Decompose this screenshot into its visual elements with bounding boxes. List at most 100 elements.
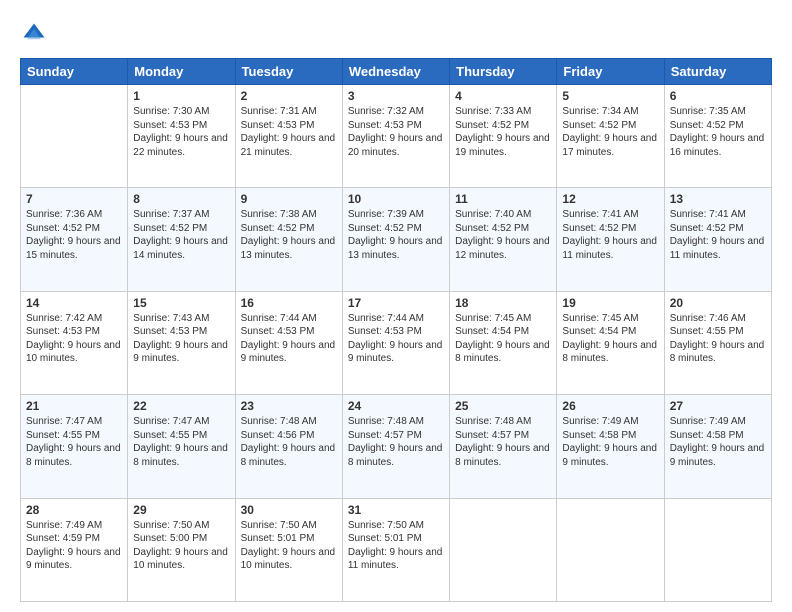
calendar-cell: 13 Sunrise: 7:41 AM Sunset: 4:52 PM Dayl…: [664, 188, 771, 291]
sunrise-text: Sunrise: 7:33 AM: [455, 106, 531, 117]
cell-info: Sunrise: 7:35 AM Sunset: 4:52 PM Dayligh…: [670, 105, 766, 159]
sunset-text: Sunset: 4:52 PM: [670, 120, 744, 131]
cell-info: Sunrise: 7:41 AM Sunset: 4:52 PM Dayligh…: [670, 208, 766, 262]
sunrise-text: Sunrise: 7:38 AM: [241, 209, 317, 220]
sunrise-text: Sunrise: 7:47 AM: [26, 416, 102, 427]
cell-info: Sunrise: 7:30 AM Sunset: 4:53 PM Dayligh…: [133, 105, 229, 159]
sunrise-text: Sunrise: 7:36 AM: [26, 209, 102, 220]
daylight-text: Daylight: 9 hours and 8 minutes.: [348, 443, 443, 468]
day-header-saturday: Saturday: [664, 59, 771, 85]
cell-info: Sunrise: 7:32 AM Sunset: 4:53 PM Dayligh…: [348, 105, 444, 159]
day-number: 2: [241, 89, 337, 103]
cell-info: Sunrise: 7:49 AM Sunset: 4:58 PM Dayligh…: [670, 415, 766, 469]
sunrise-text: Sunrise: 7:44 AM: [348, 313, 424, 324]
sunset-text: Sunset: 4:52 PM: [241, 223, 315, 234]
sunset-text: Sunset: 4:58 PM: [562, 430, 636, 441]
calendar-cell: 20 Sunrise: 7:46 AM Sunset: 4:55 PM Dayl…: [664, 291, 771, 394]
daylight-text: Daylight: 9 hours and 17 minutes.: [562, 133, 657, 158]
cell-info: Sunrise: 7:47 AM Sunset: 4:55 PM Dayligh…: [26, 415, 122, 469]
cell-info: Sunrise: 7:50 AM Sunset: 5:01 PM Dayligh…: [348, 519, 444, 573]
sunrise-text: Sunrise: 7:32 AM: [348, 106, 424, 117]
sunset-text: Sunset: 4:52 PM: [455, 120, 529, 131]
day-number: 20: [670, 296, 766, 310]
calendar-cell: 12 Sunrise: 7:41 AM Sunset: 4:52 PM Dayl…: [557, 188, 664, 291]
sunset-text: Sunset: 4:53 PM: [133, 120, 207, 131]
sunrise-text: Sunrise: 7:49 AM: [670, 416, 746, 427]
sunset-text: Sunset: 5:01 PM: [241, 533, 315, 544]
calendar-cell: 10 Sunrise: 7:39 AM Sunset: 4:52 PM Dayl…: [342, 188, 449, 291]
daylight-text: Daylight: 9 hours and 12 minutes.: [455, 236, 550, 261]
daylight-text: Daylight: 9 hours and 14 minutes.: [133, 236, 228, 261]
sunrise-text: Sunrise: 7:48 AM: [455, 416, 531, 427]
calendar-table: SundayMondayTuesdayWednesdayThursdayFrid…: [20, 58, 772, 602]
sunrise-text: Sunrise: 7:48 AM: [348, 416, 424, 427]
sunrise-text: Sunrise: 7:35 AM: [670, 106, 746, 117]
calendar-cell: 31 Sunrise: 7:50 AM Sunset: 5:01 PM Dayl…: [342, 498, 449, 601]
day-number: 16: [241, 296, 337, 310]
sunset-text: Sunset: 4:55 PM: [133, 430, 207, 441]
sunrise-text: Sunrise: 7:41 AM: [562, 209, 638, 220]
day-number: 10: [348, 192, 444, 206]
day-number: 21: [26, 399, 122, 413]
sunrise-text: Sunrise: 7:49 AM: [26, 520, 102, 531]
daylight-text: Daylight: 9 hours and 9 minutes.: [562, 443, 657, 468]
calendar-cell: 4 Sunrise: 7:33 AM Sunset: 4:52 PM Dayli…: [450, 85, 557, 188]
daylight-text: Daylight: 9 hours and 15 minutes.: [26, 236, 121, 261]
daylight-text: Daylight: 9 hours and 10 minutes.: [133, 547, 228, 572]
calendar-cell: 9 Sunrise: 7:38 AM Sunset: 4:52 PM Dayli…: [235, 188, 342, 291]
cell-info: Sunrise: 7:42 AM Sunset: 4:53 PM Dayligh…: [26, 312, 122, 366]
day-number: 31: [348, 503, 444, 517]
sunrise-text: Sunrise: 7:44 AM: [241, 313, 317, 324]
daylight-text: Daylight: 9 hours and 22 minutes.: [133, 133, 228, 158]
cell-info: Sunrise: 7:45 AM Sunset: 4:54 PM Dayligh…: [562, 312, 658, 366]
day-header-friday: Friday: [557, 59, 664, 85]
daylight-text: Daylight: 9 hours and 11 minutes.: [562, 236, 657, 261]
sunrise-text: Sunrise: 7:46 AM: [670, 313, 746, 324]
calendar-cell: 28 Sunrise: 7:49 AM Sunset: 4:59 PM Dayl…: [21, 498, 128, 601]
day-number: 14: [26, 296, 122, 310]
calendar-cell: 15 Sunrise: 7:43 AM Sunset: 4:53 PM Dayl…: [128, 291, 235, 394]
day-number: 27: [670, 399, 766, 413]
sunset-text: Sunset: 4:52 PM: [670, 223, 744, 234]
sunrise-text: Sunrise: 7:45 AM: [455, 313, 531, 324]
calendar-cell: 14 Sunrise: 7:42 AM Sunset: 4:53 PM Dayl…: [21, 291, 128, 394]
daylight-text: Daylight: 9 hours and 8 minutes.: [562, 340, 657, 365]
sunset-text: Sunset: 4:53 PM: [348, 326, 422, 337]
sunset-text: Sunset: 4:55 PM: [670, 326, 744, 337]
day-number: 18: [455, 296, 551, 310]
day-number: 15: [133, 296, 229, 310]
sunset-text: Sunset: 5:00 PM: [133, 533, 207, 544]
daylight-text: Daylight: 9 hours and 11 minutes.: [348, 547, 443, 572]
sunset-text: Sunset: 4:53 PM: [133, 326, 207, 337]
day-header-monday: Monday: [128, 59, 235, 85]
logo: [20, 20, 52, 48]
sunrise-text: Sunrise: 7:31 AM: [241, 106, 317, 117]
calendar-cell: 2 Sunrise: 7:31 AM Sunset: 4:53 PM Dayli…: [235, 85, 342, 188]
cell-info: Sunrise: 7:50 AM Sunset: 5:01 PM Dayligh…: [241, 519, 337, 573]
cell-info: Sunrise: 7:41 AM Sunset: 4:52 PM Dayligh…: [562, 208, 658, 262]
cell-info: Sunrise: 7:48 AM Sunset: 4:56 PM Dayligh…: [241, 415, 337, 469]
calendar-cell: 29 Sunrise: 7:50 AM Sunset: 5:00 PM Dayl…: [128, 498, 235, 601]
sunset-text: Sunset: 4:52 PM: [562, 223, 636, 234]
sunset-text: Sunset: 4:59 PM: [26, 533, 100, 544]
daylight-text: Daylight: 9 hours and 8 minutes.: [133, 443, 228, 468]
cell-info: Sunrise: 7:49 AM Sunset: 4:59 PM Dayligh…: [26, 519, 122, 573]
sunrise-text: Sunrise: 7:39 AM: [348, 209, 424, 220]
daylight-text: Daylight: 9 hours and 21 minutes.: [241, 133, 336, 158]
day-header-thursday: Thursday: [450, 59, 557, 85]
day-number: 12: [562, 192, 658, 206]
sunset-text: Sunset: 4:53 PM: [348, 120, 422, 131]
daylight-text: Daylight: 9 hours and 8 minutes.: [455, 443, 550, 468]
day-number: 30: [241, 503, 337, 517]
daylight-text: Daylight: 9 hours and 10 minutes.: [26, 340, 121, 365]
day-number: 28: [26, 503, 122, 517]
cell-info: Sunrise: 7:48 AM Sunset: 4:57 PM Dayligh…: [455, 415, 551, 469]
calendar-cell: 21 Sunrise: 7:47 AM Sunset: 4:55 PM Dayl…: [21, 395, 128, 498]
day-number: 11: [455, 192, 551, 206]
daylight-text: Daylight: 9 hours and 8 minutes.: [241, 443, 336, 468]
cell-info: Sunrise: 7:37 AM Sunset: 4:52 PM Dayligh…: [133, 208, 229, 262]
day-number: 17: [348, 296, 444, 310]
calendar-cell: 25 Sunrise: 7:48 AM Sunset: 4:57 PM Dayl…: [450, 395, 557, 498]
sunset-text: Sunset: 4:57 PM: [455, 430, 529, 441]
day-number: 23: [241, 399, 337, 413]
